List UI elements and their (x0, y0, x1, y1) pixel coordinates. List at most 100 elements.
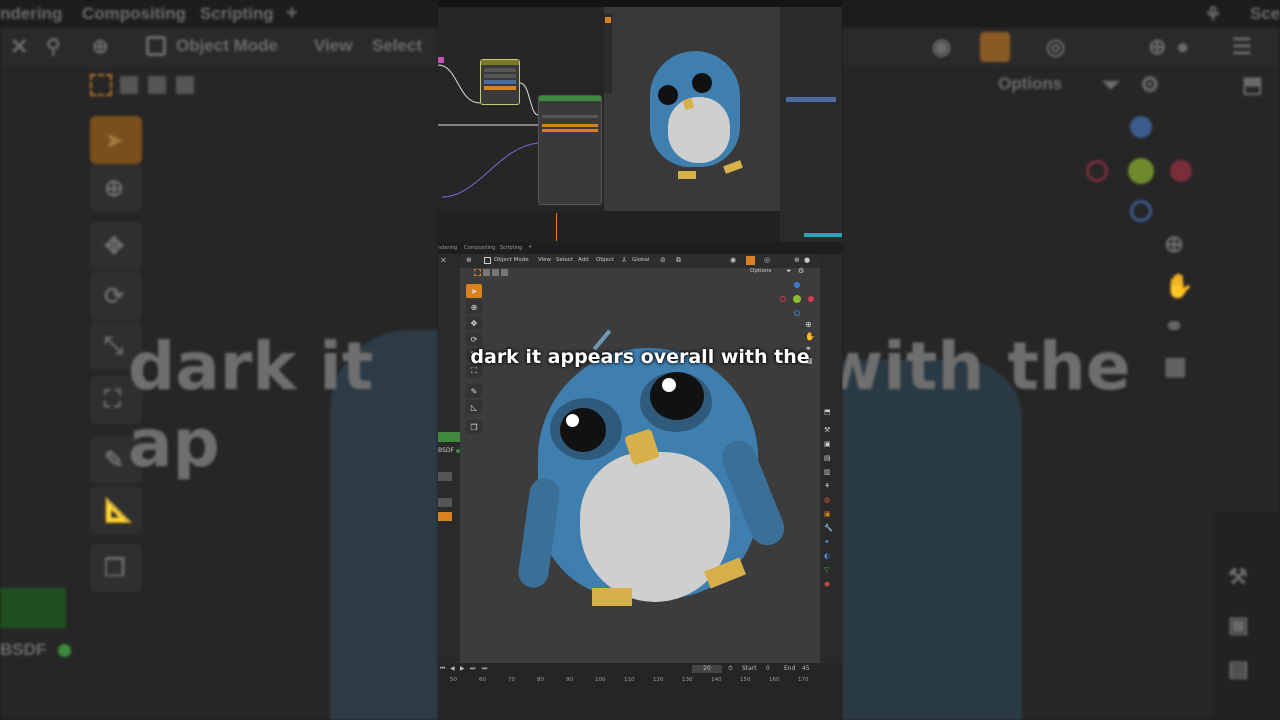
select-invert-icon[interactable] (501, 269, 508, 276)
end-value[interactable]: 45 (802, 665, 810, 672)
clock-icon: ⏱ (728, 665, 733, 672)
mini-bird (640, 47, 750, 179)
view-layer-icon[interactable]: ▥ (824, 468, 831, 476)
timeline: ⏮ ◀ ▶ ⏭ ⏭ 20 ⏱ Start 0 End 45 (438, 663, 842, 720)
zoom-icon: ⊕ (1164, 231, 1185, 258)
pin-icon: ⚲ (46, 36, 61, 58)
render-icon: ▣ (1228, 612, 1249, 637)
background-right: ⚘ Sce ◉ ◎ ⊕ ● ☰ Options ⏷ ⚙ ⬒ ⊕ ✋ ⚭ ▦ ⚒ … (842, 0, 1280, 720)
tool-annotate[interactable]: ✎ (466, 384, 482, 398)
select-subtract-icon[interactable] (492, 269, 499, 276)
overlay-icon[interactable]: ◎ (764, 256, 770, 264)
jump-start-icon[interactable]: ⏮ (440, 665, 445, 673)
tool-cursor[interactable]: ⊕ (466, 300, 482, 314)
close-icon: ✕ (10, 34, 29, 59)
gizmo-toggle-icon[interactable] (746, 256, 755, 265)
solid-icon[interactable]: ● (804, 256, 810, 264)
tool-measure[interactable]: ◺ (466, 400, 482, 414)
mode-dropdown[interactable]: Object Mode (494, 257, 529, 263)
view-layer-icon: ⬒ (1242, 72, 1263, 97)
material-icon[interactable]: ◉ (824, 580, 830, 588)
pivot-icon[interactable]: ⊘ (660, 256, 666, 264)
filter-icon: ⏷ (1102, 72, 1120, 97)
close-icon[interactable]: ✕ (440, 256, 447, 265)
data-icon[interactable]: ▽ (824, 566, 829, 574)
filter-icon[interactable]: ⏷ (786, 267, 792, 276)
gear-icon[interactable]: ⚙ (798, 267, 804, 275)
gizmo-neg-x-icon[interactable] (780, 296, 786, 302)
physics-icon[interactable]: ◐ (824, 552, 830, 560)
video-caption: dark it appears overall with the (470, 346, 810, 368)
visibility-icon[interactable]: ◉ (730, 256, 736, 264)
mini-frame-node (438, 57, 444, 63)
hand-icon[interactable]: ✋ (805, 332, 815, 341)
output-icon[interactable]: ▤ (824, 454, 831, 462)
editor-type-icon[interactable]: ⬒ (824, 408, 831, 416)
modifier-icon[interactable]: 🔧 (824, 524, 833, 532)
mini-blender-window (438, 0, 842, 242)
menu-add[interactable]: Add (578, 257, 589, 263)
next-key-icon[interactable]: ⏭ (470, 665, 475, 673)
bg-tool-select: ➤ (90, 116, 142, 164)
bg-tab-add: + (286, 2, 298, 24)
tick-label: 50 (450, 677, 457, 683)
wireframe-icon[interactable]: ⊕ (794, 256, 800, 264)
menu-select[interactable]: Select (556, 257, 573, 263)
play-icon[interactable]: ▶ (460, 665, 465, 672)
tab-add[interactable]: + (528, 244, 532, 250)
tick-label: 120 (653, 677, 664, 683)
tool-add-cube[interactable]: ❒ (466, 420, 482, 434)
bg-tool-move: ✥ (90, 222, 142, 270)
jump-end-icon[interactable]: ⏭ (482, 665, 487, 673)
bird-right-eye-highlight (662, 378, 676, 392)
tab-rendering[interactable]: ndering (438, 245, 457, 251)
editor-type-icon[interactable]: ⊕ (466, 256, 472, 264)
gizmo-x-icon (1170, 160, 1192, 182)
tick-label: 110 (624, 677, 635, 683)
options-dropdown[interactable]: Options (750, 268, 771, 274)
gizmo-z-icon[interactable] (794, 282, 800, 288)
menu-object[interactable]: Object (596, 257, 614, 263)
menu-view[interactable]: View (538, 257, 551, 263)
solid-icon: ● (1176, 34, 1190, 59)
gizmo-x-icon[interactable] (808, 296, 814, 302)
select-box-icon[interactable] (474, 269, 481, 276)
bg-bird-wing (842, 360, 1022, 720)
bg-viewport-header: ✕ ⚲ ⊕ Object Mode View Select (0, 28, 438, 66)
world-icon[interactable]: ◍ (824, 496, 830, 504)
snap-icon[interactable]: ⧉ (676, 256, 681, 265)
gizmo-y-icon[interactable] (793, 295, 801, 303)
current-frame-field[interactable]: 20 (692, 665, 722, 673)
tool-select[interactable]: ➤ (466, 284, 482, 298)
viewport-3d[interactable]: Options ⏷ ⚙ ⊕ ✋ ⚭ ▦ (460, 267, 820, 663)
gizmo-neg-z-icon[interactable] (794, 310, 800, 316)
tick-label: 70 (508, 677, 515, 683)
camera-icon: ⚭ (1164, 313, 1185, 340)
orientation-dropdown[interactable]: Global (632, 257, 650, 263)
outliner-filter-icon: ☰ (1232, 34, 1252, 59)
tool-rotate[interactable]: ⟳ (466, 332, 482, 346)
prev-key-icon[interactable]: ◀ (450, 665, 455, 672)
start-value[interactable]: 0 (766, 665, 770, 672)
object-icon[interactable]: ▣ (824, 510, 831, 518)
render-icon[interactable]: ▣ (824, 440, 831, 448)
tab-scripting[interactable]: Scripting (500, 245, 522, 251)
particles-icon[interactable]: ✦ (824, 538, 830, 546)
output-icon: ▤ (1228, 656, 1249, 681)
scene-icon[interactable]: ⚘ (824, 482, 830, 490)
bg-properties-strip: ⚒ ▣ ▤ (1214, 512, 1280, 720)
viewport-header: ⊕ Object Mode View Select Add Object ⅄ G… (460, 254, 820, 268)
select-extend-icon (120, 76, 138, 94)
tool-icon[interactable]: ⚒ (824, 426, 830, 434)
tool-icon: ⚒ (1228, 564, 1248, 589)
bg-tool-add-cube: ❒ (90, 544, 142, 592)
tab-compositing[interactable]: Compositing (464, 245, 495, 251)
select-extend-icon[interactable] (483, 269, 490, 276)
hand-icon: ✋ (1164, 273, 1194, 300)
gear-icon: ⚙ (1140, 72, 1160, 97)
bg-options-label: Options (998, 74, 1063, 93)
cursor-icon: ⊕ (92, 36, 109, 58)
tool-move[interactable]: ✥ (466, 316, 482, 330)
zoom-icon[interactable]: ⊕ (805, 320, 812, 329)
gizmo-neg-x-icon (1086, 160, 1108, 182)
